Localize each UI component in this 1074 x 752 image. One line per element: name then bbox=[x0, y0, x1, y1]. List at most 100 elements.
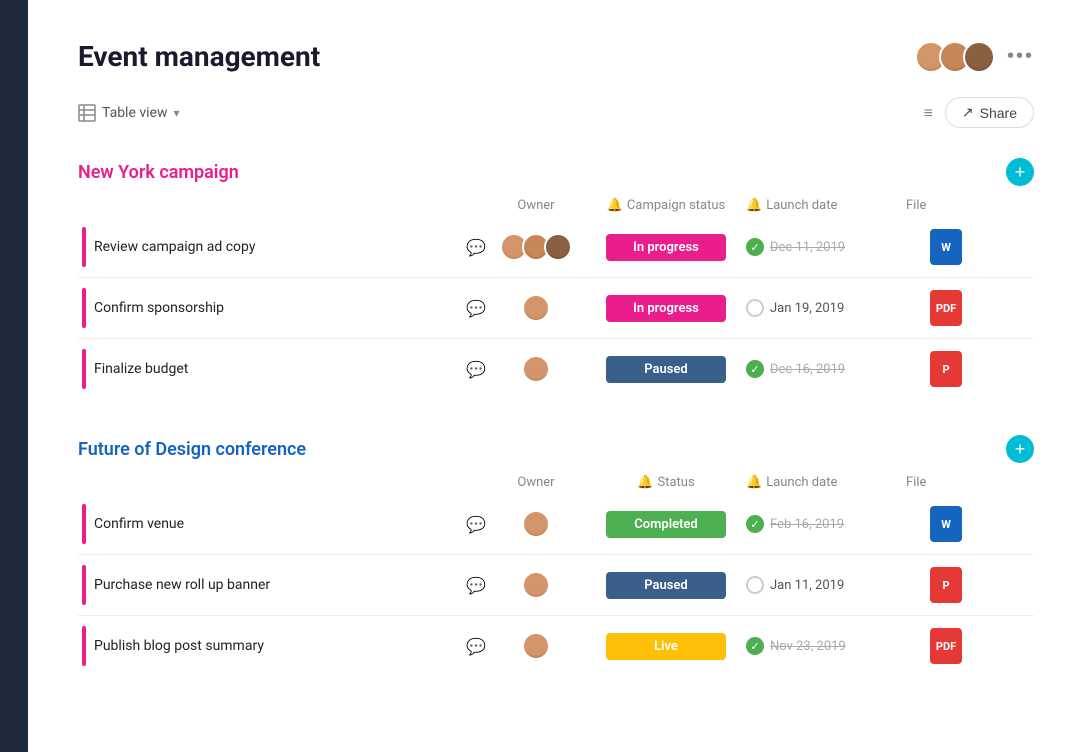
date-value: Jan 19, 2019 bbox=[770, 301, 844, 316]
task-border bbox=[82, 626, 86, 666]
check-icon: ✓ bbox=[746, 238, 764, 256]
date-cell: Jan 11, 2019 bbox=[746, 576, 906, 594]
task-border bbox=[82, 227, 86, 267]
status-cell: In progress bbox=[586, 234, 746, 261]
comment-icon[interactable]: 💬 bbox=[466, 515, 486, 534]
comment-icon[interactable]: 💬 bbox=[466, 299, 486, 318]
owner-avatars bbox=[522, 632, 550, 660]
table-row: Purchase new roll up banner 💬 Paused Jan… bbox=[78, 559, 1034, 611]
task-name: Review campaign ad copy bbox=[94, 239, 458, 255]
col-date-header: 🔔Launch date bbox=[746, 198, 906, 213]
task-cell: Purchase new roll up banner 💬 bbox=[78, 565, 486, 605]
owner-avatar bbox=[544, 233, 572, 261]
date-value: Feb 16, 2019 bbox=[770, 517, 844, 532]
section-header: Future of Design conference + bbox=[78, 435, 1034, 463]
task-border bbox=[82, 504, 86, 544]
main-content: Event management ••• Table view ▾ ≡ bbox=[28, 0, 1074, 752]
task-cell: Confirm venue 💬 bbox=[78, 504, 486, 544]
table-header: Owner 🔔Campaign status 🔔Launch date File bbox=[78, 198, 1034, 221]
date-cell: ✓ Feb 16, 2019 bbox=[746, 515, 906, 533]
date-value: Nov 23, 2019 bbox=[770, 639, 846, 654]
owner-cell bbox=[486, 294, 586, 322]
header-right: ••• bbox=[915, 41, 1034, 73]
comment-icon[interactable]: 💬 bbox=[466, 637, 486, 656]
add-task-button[interactable]: + bbox=[1006, 158, 1034, 186]
status-badge[interactable]: Paused bbox=[606, 572, 726, 599]
table-header: Owner 🔔Status 🔔Launch date File bbox=[78, 475, 1034, 498]
task-cell: Confirm sponsorship 💬 bbox=[78, 288, 486, 328]
table-row: Review campaign ad copy 💬 In progress ✓ … bbox=[78, 221, 1034, 273]
col-status-header: 🔔Status bbox=[586, 475, 746, 490]
col-status-header: 🔔Campaign status bbox=[586, 198, 746, 213]
col-file-header: File bbox=[906, 475, 986, 490]
owner-avatars bbox=[522, 571, 550, 599]
status-badge[interactable]: Paused bbox=[606, 356, 726, 383]
date-value: Dec 11, 2019 bbox=[770, 240, 845, 255]
bell-icon-date: 🔔 bbox=[746, 198, 762, 213]
file-cell: PDF bbox=[906, 290, 986, 326]
task-border bbox=[82, 288, 86, 328]
owner-avatars bbox=[522, 355, 550, 383]
avatar bbox=[963, 41, 995, 73]
comment-icon[interactable]: 💬 bbox=[466, 360, 486, 379]
check-icon: ✓ bbox=[746, 360, 764, 378]
file-cell: PDF bbox=[906, 628, 986, 664]
table-row: Confirm sponsorship 💬 In progress Jan 19… bbox=[78, 282, 1034, 334]
section-header: New York campaign + bbox=[78, 158, 1034, 186]
bell-icon: 🔔 bbox=[637, 475, 653, 490]
status-cell: Live bbox=[586, 633, 746, 660]
status-badge[interactable]: In progress bbox=[606, 295, 726, 322]
status-badge[interactable]: Live bbox=[606, 633, 726, 660]
circle-icon bbox=[746, 299, 764, 317]
row-divider bbox=[78, 615, 1034, 616]
file-cell: W bbox=[906, 506, 986, 542]
status-cell: Completed bbox=[586, 511, 746, 538]
task-cell: Finalize budget 💬 bbox=[78, 349, 486, 389]
circle-icon bbox=[746, 576, 764, 594]
task-border bbox=[82, 565, 86, 605]
file-icon-pdf[interactable]: PDF bbox=[930, 290, 962, 326]
file-icon-ppt[interactable]: P bbox=[930, 351, 962, 387]
collaborators-avatars bbox=[915, 41, 995, 73]
date-cell: ✓ Dec 16, 2019 bbox=[746, 360, 906, 378]
row-divider bbox=[78, 277, 1034, 278]
status-cell: Paused bbox=[586, 356, 746, 383]
bell-icon-date: 🔔 bbox=[746, 475, 762, 490]
add-task-button[interactable]: + bbox=[1006, 435, 1034, 463]
owner-avatar bbox=[522, 571, 550, 599]
check-icon: ✓ bbox=[746, 637, 764, 655]
sidebar bbox=[0, 0, 28, 752]
task-name: Confirm venue bbox=[94, 516, 458, 532]
file-cell: W bbox=[906, 229, 986, 265]
view-selector[interactable]: Table view ▾ bbox=[78, 104, 180, 122]
col-owner-header: Owner bbox=[486, 198, 586, 213]
row-divider bbox=[78, 338, 1034, 339]
date-value: Dec 16, 2019 bbox=[770, 362, 845, 377]
task-name: Finalize budget bbox=[94, 361, 458, 377]
owner-cell bbox=[486, 632, 586, 660]
file-icon-word[interactable]: W bbox=[930, 506, 962, 542]
section-fod-conference: Future of Design conference + Owner 🔔Sta… bbox=[78, 435, 1034, 672]
task-name: Purchase new roll up banner bbox=[94, 577, 458, 593]
file-icon-ppt[interactable]: P bbox=[930, 567, 962, 603]
filter-icon[interactable]: ≡ bbox=[924, 103, 933, 123]
section-title: New York campaign bbox=[78, 162, 239, 183]
status-badge[interactable]: In progress bbox=[606, 234, 726, 261]
comment-icon[interactable]: 💬 bbox=[466, 576, 486, 595]
file-cell: P bbox=[906, 351, 986, 387]
more-options-button[interactable]: ••• bbox=[1007, 45, 1034, 68]
status-badge[interactable]: Completed bbox=[606, 511, 726, 538]
owner-avatar bbox=[522, 510, 550, 538]
owner-avatar bbox=[522, 294, 550, 322]
status-cell: In progress bbox=[586, 295, 746, 322]
file-icon-pdf[interactable]: PDF bbox=[930, 628, 962, 664]
comment-icon[interactable]: 💬 bbox=[466, 238, 486, 257]
col-file-header: File bbox=[906, 198, 986, 213]
date-cell: Jan 19, 2019 bbox=[746, 299, 906, 317]
table-row: Confirm venue 💬 Completed ✓ Feb 16, 2019… bbox=[78, 498, 1034, 550]
col-date-header: 🔔Launch date bbox=[746, 475, 906, 490]
file-icon-word[interactable]: W bbox=[930, 229, 962, 265]
share-button[interactable]: ↗ Share bbox=[945, 97, 1034, 128]
owner-avatars bbox=[522, 294, 550, 322]
owner-avatar bbox=[522, 632, 550, 660]
